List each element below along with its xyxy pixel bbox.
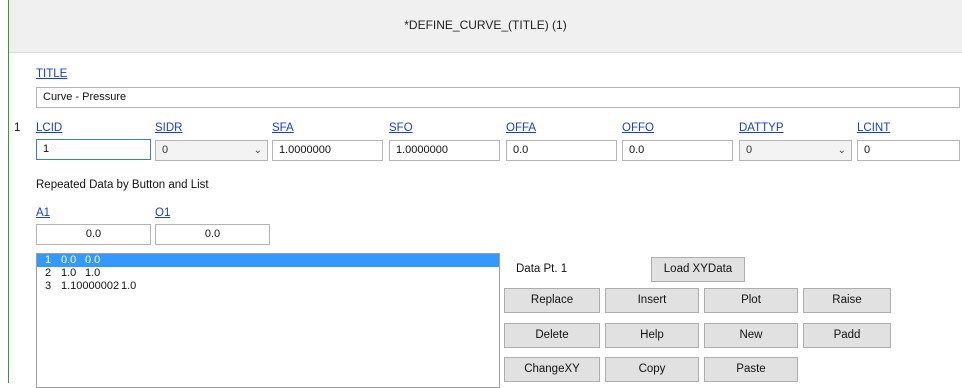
list-item-o: 1.0 (85, 267, 101, 279)
sfo-input[interactable]: 1.0000000 (389, 140, 500, 161)
help-button[interactable]: Help (605, 323, 699, 348)
sidr-select[interactable]: 0 ⌄ (155, 140, 268, 161)
sidr-label-link[interactable]: SIDR (155, 122, 182, 134)
o1-input[interactable]: 0.0 (155, 224, 270, 245)
plot-button[interactable]: Plot (704, 288, 798, 313)
delete-button[interactable]: Delete (504, 323, 600, 348)
keyword-title: *DEFINE_CURVE_(TITLE) (1) (404, 18, 567, 32)
list-item[interactable]: 2 1.0 1.0 (37, 267, 499, 280)
keyword-header: *DEFINE_CURVE_(TITLE) (1) (9, 0, 962, 53)
o1-label-link[interactable]: O1 (155, 207, 170, 219)
dattyp-label-link[interactable]: DATTYP (739, 122, 784, 134)
sfa-label-link[interactable]: SFA (272, 122, 294, 134)
list-item-index: 3 (45, 280, 52, 292)
paste-button[interactable]: Paste (704, 357, 798, 382)
offo-input[interactable]: 0.0 (622, 140, 733, 161)
dattyp-select[interactable]: 0 ⌄ (739, 140, 852, 161)
offa-input[interactable]: 0.0 (506, 140, 617, 161)
offo-label-link[interactable]: OFFO (622, 122, 654, 134)
raise-button[interactable]: Raise (803, 288, 891, 313)
title-input[interactable]: Curve - Pressure (36, 87, 960, 108)
curve-points-list[interactable]: 1 0.0 0.0 2 1.0 1.0 3 1.10000002 1.0 (36, 253, 500, 388)
list-item-index: 2 (45, 267, 52, 279)
repeated-data-heading: Repeated Data by Button and List (36, 179, 209, 191)
load-xydata-button[interactable]: Load XYData (651, 257, 745, 282)
new-button[interactable]: New (704, 323, 798, 348)
dattyp-select-value: 0 (746, 144, 753, 156)
changexy-button[interactable]: ChangeXY (504, 357, 600, 382)
lcid-label-link[interactable]: LCID (36, 122, 62, 134)
replace-button[interactable]: Replace (504, 288, 600, 313)
sfo-label-link[interactable]: SFO (389, 122, 413, 134)
window-left-border (8, 0, 9, 383)
copy-button[interactable]: Copy (605, 357, 699, 382)
insert-button[interactable]: Insert (605, 288, 699, 313)
chevron-down-icon: ⌄ (837, 145, 846, 156)
title-label-link[interactable]: TITLE (36, 68, 67, 80)
list-item-a: 0.0 (61, 254, 77, 266)
a1-label-link[interactable]: A1 (36, 207, 50, 219)
sfa-input[interactable]: 1.0000000 (272, 140, 383, 161)
padd-button[interactable]: Padd (803, 323, 891, 348)
a1-input[interactable]: 0.0 (36, 224, 151, 245)
lcid-input[interactable]: 1 (36, 139, 151, 160)
list-item[interactable]: 3 1.10000002 1.0 (37, 280, 499, 293)
sidr-select-value: 0 (162, 144, 169, 156)
lcint-label-link[interactable]: LCINT (857, 122, 890, 134)
list-item-o: 0.0 (85, 254, 101, 266)
list-item-a: 1.0 (61, 267, 77, 279)
card-row-number: 1 (14, 122, 21, 134)
data-point-label: Data Pt. 1 (516, 263, 568, 275)
offa-label-link[interactable]: OFFA (506, 122, 536, 134)
list-item-index: 1 (45, 254, 52, 266)
list-item-o: 1.0 (121, 280, 137, 292)
list-item[interactable]: 1 0.0 0.0 (37, 254, 499, 267)
list-item-a: 1.10000002 (61, 280, 120, 292)
chevron-down-icon: ⌄ (253, 145, 262, 156)
lcint-input[interactable]: 0 (857, 140, 960, 161)
